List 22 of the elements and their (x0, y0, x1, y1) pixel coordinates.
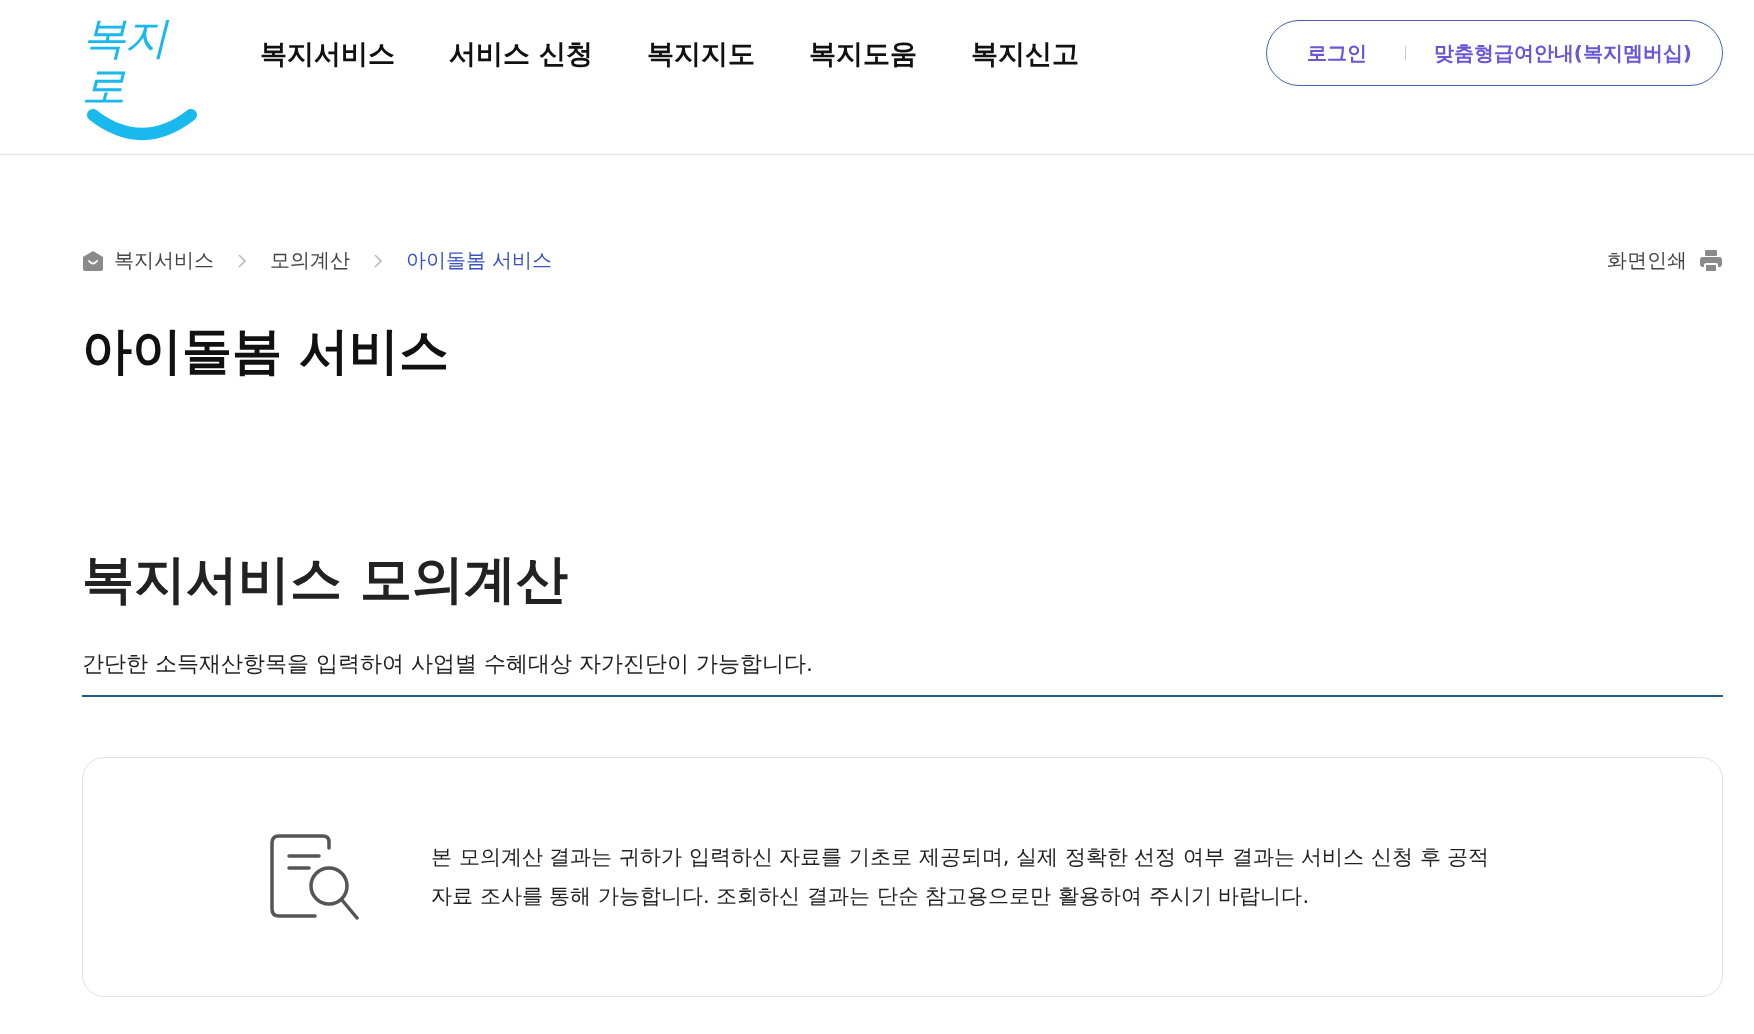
nav-link[interactable]: 복지지도 (647, 36, 756, 72)
smile-icon (87, 106, 197, 143)
print-button[interactable]: 화면인쇄 (1607, 247, 1723, 274)
notice-text: 본 모의계산 결과는 귀하가 입력하신 자료를 기초로 제공되며, 실제 정확한 선정 여부 결과는 서비스 신청 후 공적자료 조사를 통해 가능합니다. 조회하신 결과는 단순 참고용으로만 활용하여 주시기 바랍니다. (431, 844, 1491, 910)
membership-link[interactable]: 맞춤형급여안내(복지멤버십) (1433, 39, 1692, 67)
page-title: 아이돌봄 서비스 (82, 321, 451, 382)
home-icon[interactable] (82, 249, 104, 272)
section-title: 복지서비스 모의계산 (82, 548, 570, 611)
nav-link[interactable]: 복지도움 (809, 36, 918, 72)
login-link[interactable]: 로그인 (1306, 39, 1367, 67)
nav-link[interactable]: 복지신고 (971, 36, 1080, 72)
breadcrumb-link[interactable]: 모의계산 (270, 247, 350, 274)
nav-link[interactable]: 서비스 신청 (449, 36, 594, 72)
logo-text: 복지로 (82, 14, 202, 111)
printer-icon (1699, 248, 1723, 273)
breadcrumb-link[interactable]: 복지서비스 (114, 247, 214, 274)
document-search-icon (269, 834, 361, 920)
chevron-icon (238, 253, 246, 268)
section-description: 간단한 소득재산항목을 입력하여 사업별 수혜대상 자가진단이 가능합니다. (82, 650, 814, 678)
chevron-icon (374, 253, 382, 268)
breadcrumb-link[interactable]: 아이돌봄 서비스 (406, 247, 553, 274)
nav-link[interactable]: 복지서비스 (260, 36, 395, 72)
